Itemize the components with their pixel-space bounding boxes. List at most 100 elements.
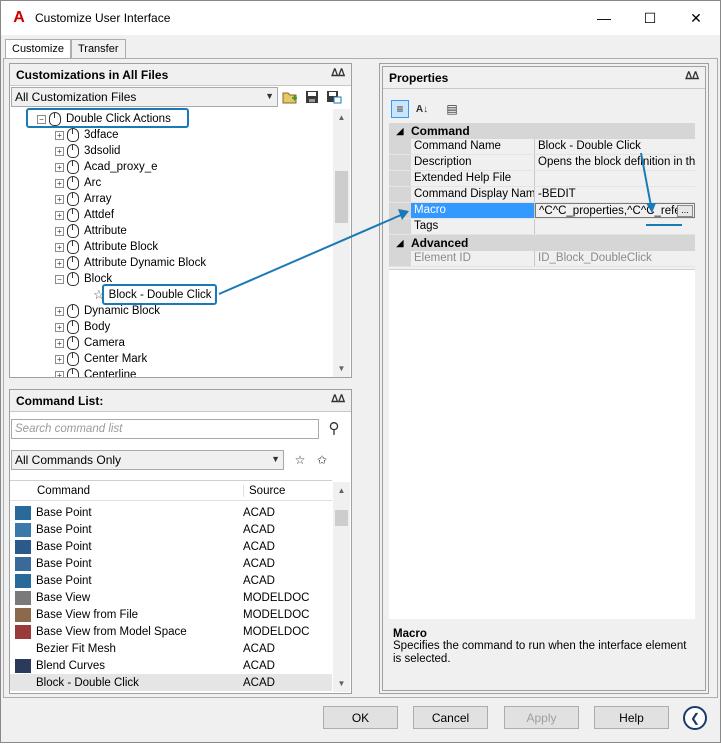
category-command[interactable]: ◢ Command — [389, 123, 695, 139]
search-icon[interactable]: ⚲ — [325, 419, 343, 437]
collapse-category-icon[interactable]: ◢ — [389, 126, 411, 137]
browse-button[interactable]: ... — [677, 205, 693, 217]
expand-node-icon[interactable]: + — [55, 258, 64, 268]
scroll-thumb[interactable] — [335, 510, 348, 526]
scroll-up-icon[interactable]: ▲ — [333, 109, 350, 126]
tree-node[interactable]: + Attribute — [55, 223, 127, 239]
alphabetical-icon[interactable]: A↓ — [413, 100, 431, 118]
mouse-icon — [67, 240, 79, 254]
expand-node-icon[interactable]: + — [55, 338, 64, 348]
expand-node-icon[interactable]: + — [55, 130, 64, 140]
find-command-icon[interactable]: ☆ — [291, 451, 309, 469]
ok-button[interactable]: OK — [323, 706, 398, 729]
mouse-icon — [67, 176, 79, 190]
expand-node-icon[interactable]: + — [55, 162, 64, 172]
table-row[interactable]: Bezier Fit Mesh ACAD — [10, 640, 332, 657]
open-file-icon[interactable] — [281, 88, 299, 106]
tree-node-label: Array — [84, 193, 112, 205]
command-filter-dropdown[interactable]: All Commands Only ▼ — [11, 450, 284, 470]
expand-node-icon[interactable]: + — [55, 242, 64, 252]
collapse-icon[interactable]: ᐃᐃ — [685, 71, 699, 82]
expand-node-icon[interactable]: + — [55, 178, 64, 188]
tree-node[interactable]: + Array — [55, 191, 111, 207]
command-list-scrollbar[interactable]: ▲ ▼ — [333, 482, 350, 692]
table-row[interactable]: Base View from File MODELDOC — [10, 606, 332, 623]
property-row[interactable]: Extended Help File — [389, 171, 695, 187]
table-row-selected[interactable]: Block - Double Click ACAD — [10, 674, 332, 691]
expand-node-icon[interactable]: + — [55, 370, 64, 377]
tree-node[interactable]: +3dface — [55, 127, 119, 143]
column-header-command[interactable]: Command — [37, 485, 244, 497]
save-as-icon[interactable] — [325, 88, 343, 106]
column-header-source[interactable]: Source — [244, 485, 285, 497]
property-row-macro[interactable]: Macro ^C^C_properties,^C^C_refedit... — [389, 203, 695, 219]
tree-node[interactable]: + Attdef — [55, 207, 114, 223]
property-value[interactable]: Block - Double Click — [535, 139, 695, 154]
expand-node-icon[interactable]: + — [55, 210, 64, 220]
tree-node[interactable]: +3dsolid — [55, 143, 120, 159]
collapse-icon[interactable]: ᐃᐃ — [331, 68, 345, 79]
property-value[interactable] — [535, 171, 695, 186]
table-row[interactable]: Base Point ACAD — [10, 504, 332, 521]
table-row[interactable]: Base Point ACAD — [10, 572, 332, 589]
tree-node[interactable]: + Center Mark — [55, 351, 147, 367]
apply-button[interactable]: Apply — [504, 706, 579, 729]
tab-transfer[interactable]: Transfer — [70, 39, 126, 59]
table-row[interactable]: Base View MODELDOC — [10, 589, 332, 606]
scroll-thumb[interactable] — [335, 171, 348, 223]
close-button[interactable]: ✕ — [673, 1, 719, 35]
expand-node-icon[interactable]: + — [55, 146, 64, 156]
expand-node-icon[interactable]: + — [55, 194, 64, 204]
tree-node[interactable]: + Dynamic Block — [55, 303, 160, 319]
tree-scrollbar[interactable]: ▲ ▼ — [333, 109, 350, 377]
property-row[interactable]: Command Display Name -BEDIT — [389, 187, 695, 203]
collapse-icon[interactable]: ᐃᐃ — [331, 394, 345, 405]
property-row[interactable]: Command Name Block - Double Click — [389, 139, 695, 155]
property-row[interactable]: Description Opens the block definition in… — [389, 155, 695, 171]
expand-node-icon[interactable]: + — [55, 306, 64, 316]
table-row[interactable]: Base Point ACAD — [10, 521, 332, 538]
property-row[interactable]: Tags — [389, 219, 695, 235]
collapse-category-icon[interactable]: ◢ — [389, 238, 411, 249]
scroll-up-icon[interactable]: ▲ — [333, 482, 350, 499]
table-row[interactable]: Base Point ACAD — [10, 538, 332, 555]
property-value[interactable] — [535, 219, 695, 234]
table-row[interactable]: Blend Curves ACAD — [10, 657, 332, 674]
macro-value-field[interactable]: ^C^C_properties,^C^C_refedit... — [535, 203, 695, 218]
tree-node[interactable]: + Arc — [55, 175, 101, 191]
expand-node-icon[interactable]: + — [55, 226, 64, 236]
tree-node[interactable]: + Centerline — [55, 367, 136, 377]
tree-node[interactable]: + Body — [55, 319, 110, 335]
new-command-icon[interactable]: ✩ — [313, 451, 331, 469]
categorized-icon[interactable]: ≡ — [391, 100, 409, 118]
property-name: Element ID — [411, 251, 535, 266]
minimize-button[interactable]: — — [581, 1, 627, 35]
save-icon[interactable] — [303, 88, 321, 106]
help-button[interactable]: Help — [594, 706, 669, 729]
property-value[interactable]: Opens the block definition in the B — [535, 155, 695, 170]
command-source: ACAD — [243, 676, 275, 689]
tree-node[interactable]: + Camera — [55, 335, 125, 351]
collapse-panel-icon[interactable]: ❮ — [683, 706, 707, 730]
collapse-node-icon[interactable]: − — [55, 274, 64, 284]
command-filter-value: All Commands Only — [15, 453, 122, 467]
expand-node-icon[interactable]: + — [55, 322, 64, 332]
cancel-button[interactable]: Cancel — [413, 706, 488, 729]
scroll-down-icon[interactable]: ▼ — [333, 675, 350, 692]
customization-tree[interactable]: − Double Click Actions +3dface +3dsolid … — [11, 109, 333, 377]
table-row[interactable]: Base View from Model Space MODELDOC — [10, 623, 332, 640]
property-row[interactable]: Element ID ID_Block_DoubleClick — [389, 251, 695, 267]
expand-node-icon[interactable]: + — [55, 354, 64, 364]
command-search-input[interactable]: Search command list — [11, 419, 319, 439]
maximize-button[interactable]: ☐ — [627, 1, 673, 35]
tab-customize[interactable]: Customize — [5, 39, 71, 60]
tree-node[interactable]: + Acad_proxy_e — [55, 159, 158, 175]
property-value[interactable]: -BEDIT — [535, 187, 695, 202]
property-pages-icon[interactable]: ▤ — [443, 100, 461, 118]
tree-node[interactable]: + Attribute Dynamic Block — [55, 255, 206, 271]
category-advanced[interactable]: ◢ Advanced — [389, 235, 695, 251]
scroll-down-icon[interactable]: ▼ — [333, 360, 350, 377]
tree-node[interactable]: + Attribute Block — [55, 239, 158, 255]
file-selector-dropdown[interactable]: All Customization Files ▼ — [11, 87, 278, 107]
table-row[interactable]: Base Point ACAD — [10, 555, 332, 572]
